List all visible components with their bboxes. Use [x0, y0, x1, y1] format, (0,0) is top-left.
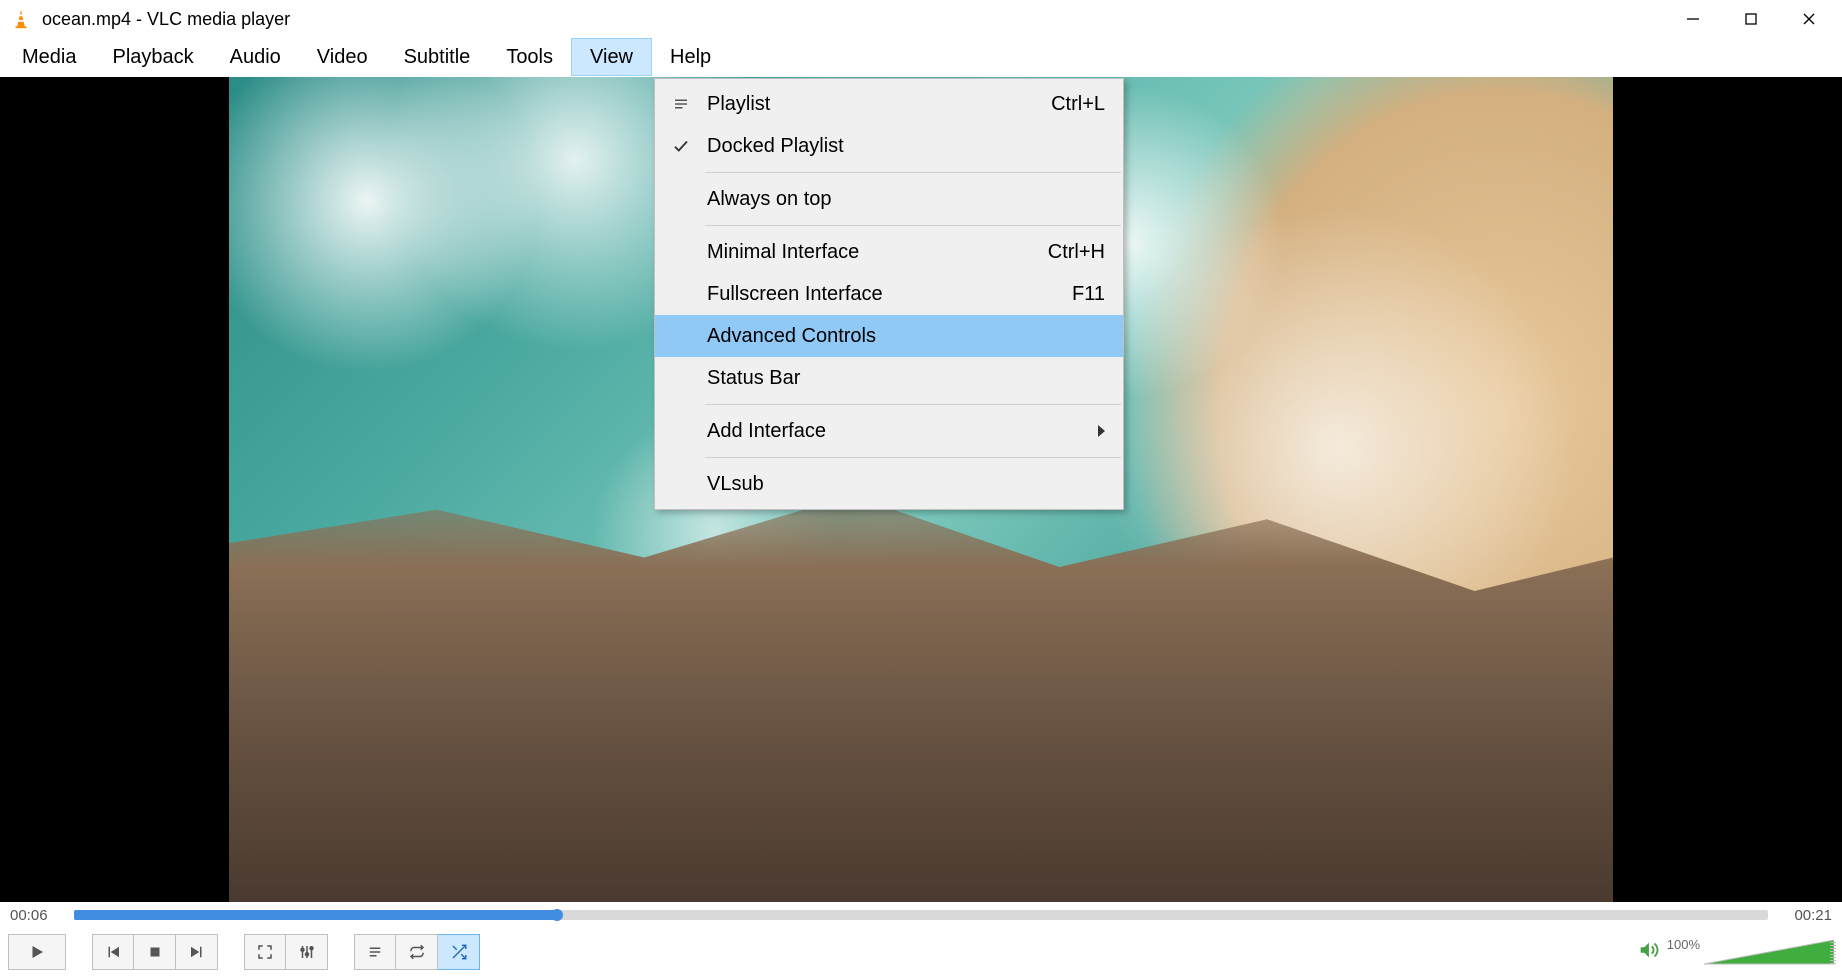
menuitem-docked-playlist[interactable]: Docked Playlist	[655, 125, 1123, 167]
menuitem-label: Playlist	[707, 93, 1031, 116]
window-controls	[1664, 2, 1838, 36]
seek-bar-row: 00:06 00:21	[0, 902, 1842, 928]
extended-settings-button[interactable]	[286, 934, 328, 970]
menu-separator	[705, 404, 1121, 405]
menuitem-label: Add Interface	[707, 420, 1098, 443]
seek-bar[interactable]	[74, 910, 1768, 920]
window-title: ocean.mp4 - VLC media player	[42, 9, 290, 30]
menuitem-fullscreen-interface[interactable]: Fullscreen Interface F11	[655, 273, 1123, 315]
next-button[interactable]	[176, 934, 218, 970]
vlc-cone-icon	[10, 8, 32, 30]
vlc-window: ocean.mp4 - VLC media player MediaPlayba…	[0, 0, 1842, 976]
menu-view[interactable]: View	[571, 38, 652, 76]
controls-bar: 100%	[0, 928, 1842, 976]
menu-help[interactable]: Help	[652, 38, 729, 76]
menuitem-label: Status Bar	[707, 367, 1105, 390]
playlist-icon	[655, 95, 707, 113]
loop-button[interactable]	[396, 934, 438, 970]
total-time[interactable]: 00:21	[1778, 907, 1832, 924]
stop-button[interactable]	[134, 934, 176, 970]
shuffle-button[interactable]	[438, 934, 480, 970]
menu-media[interactable]: Media	[4, 38, 94, 76]
elapsed-time[interactable]: 00:06	[10, 907, 64, 924]
menuitem-status-bar[interactable]: Status Bar	[655, 357, 1123, 399]
volume-grip-icon	[1830, 940, 1836, 964]
menuitem-label: VLsub	[707, 473, 1105, 496]
view-menu-dropdown: Playlist Ctrl+L Docked Playlist Always on t…	[654, 78, 1124, 510]
menu-separator	[705, 457, 1121, 458]
menu-subtitle[interactable]: Subtitle	[386, 38, 489, 76]
menuitem-label: Fullscreen Interface	[707, 283, 1052, 306]
menuitem-playlist[interactable]: Playlist Ctrl+L	[655, 83, 1123, 125]
menu-playback[interactable]: Playback	[94, 38, 211, 76]
play-button[interactable]	[8, 934, 66, 970]
volume-percent-label: 100%	[1667, 937, 1700, 952]
view-group	[244, 934, 328, 970]
menuitem-shortcut: Ctrl+L	[1051, 93, 1105, 116]
menuitem-always-on-top[interactable]: Always on top	[655, 178, 1123, 220]
menubar: MediaPlaybackAudioVideoSubtitleToolsView…	[0, 38, 1842, 77]
titlebar: ocean.mp4 - VLC media player	[0, 0, 1842, 38]
submenu-arrow-icon	[1098, 425, 1105, 437]
menuitem-shortcut: Ctrl+H	[1048, 241, 1105, 264]
seek-fill	[74, 910, 557, 920]
menuitem-label: Advanced Controls	[707, 325, 1105, 348]
menu-separator	[705, 225, 1121, 226]
check-icon	[655, 137, 707, 155]
menu-tools[interactable]: Tools	[488, 38, 571, 76]
volume-control: 100%	[1637, 937, 1834, 968]
maximize-button[interactable]	[1722, 2, 1780, 36]
seek-knob[interactable]	[551, 909, 563, 921]
menuitem-shortcut: F11	[1072, 283, 1105, 306]
playlist-group	[354, 934, 480, 970]
playback-group	[92, 934, 218, 970]
menu-separator	[705, 172, 1121, 173]
volume-slider[interactable]	[1704, 938, 1834, 966]
minimize-button[interactable]	[1664, 2, 1722, 36]
menu-audio[interactable]: Audio	[212, 38, 299, 76]
volume-icon[interactable]	[1637, 939, 1659, 966]
menuitem-add-interface[interactable]: Add Interface	[655, 410, 1123, 452]
menu-video[interactable]: Video	[299, 38, 386, 76]
previous-button[interactable]	[92, 934, 134, 970]
menuitem-minimal-interface[interactable]: Minimal Interface Ctrl+H	[655, 231, 1123, 273]
menuitem-label: Minimal Interface	[707, 241, 1028, 264]
menuitem-label: Docked Playlist	[707, 135, 1105, 158]
fullscreen-button[interactable]	[244, 934, 286, 970]
close-button[interactable]	[1780, 2, 1838, 36]
menuitem-advanced-controls[interactable]: Advanced Controls	[655, 315, 1123, 357]
menuitem-label: Always on top	[707, 188, 1105, 211]
playlist-button[interactable]	[354, 934, 396, 970]
menuitem-vlsub[interactable]: VLsub	[655, 463, 1123, 505]
